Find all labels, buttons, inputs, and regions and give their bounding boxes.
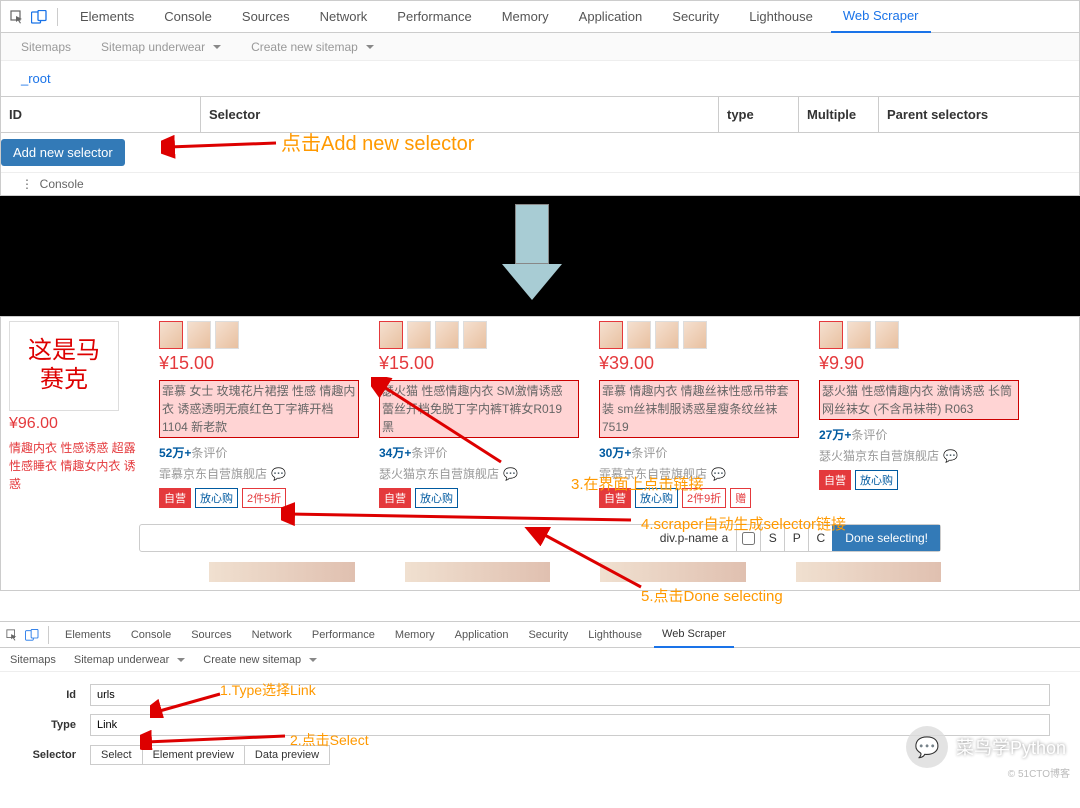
product-shop[interactable]: 瑟火猫京东自营旗舰店💬 [379, 465, 579, 482]
tab-web-scraper[interactable]: Web Scraper [831, 1, 931, 33]
annotation-step1b: 1.Type选择Link [220, 680, 316, 700]
chat-icon[interactable]: 💬 [943, 449, 958, 463]
product-card: ¥9.90 瑟火猫 性感情趣内衣 激情诱惑 长筒网丝袜女 (不含吊袜带) R06… [819, 321, 1019, 490]
tab-elements[interactable]: Elements [57, 622, 119, 648]
done-selecting-button[interactable]: Done selecting! [832, 525, 940, 551]
subnav-current-sitemap[interactable]: Sitemap underwear [101, 40, 221, 54]
product-price: ¥9.90 [819, 353, 1019, 374]
tab-network[interactable]: Network [244, 622, 300, 648]
tab-memory[interactable]: Memory [387, 622, 443, 648]
subnav-sitemaps[interactable]: Sitemaps [10, 654, 56, 666]
label-id: Id [0, 689, 90, 701]
product-price: ¥96.00 [9, 415, 139, 433]
selector-p-button[interactable]: P [784, 525, 808, 551]
annotation-step5: 5.点击Done selecting [641, 585, 783, 606]
subnav-current-sitemap[interactable]: Sitemap underwear [74, 654, 185, 666]
watermark: 💬 菜鸟学Python [906, 726, 1066, 768]
selector-s-button[interactable]: S [760, 525, 784, 551]
device-toggle-icon[interactable] [31, 9, 47, 25]
col-id: ID [1, 97, 201, 132]
down-arrow-icon [515, 204, 562, 300]
product-shop[interactable]: 霏慕京东自营旗舰店💬 [159, 465, 359, 482]
selector-table-header: ID Selector type Multiple Parent selecto… [1, 96, 1079, 133]
product-link[interactable]: 瑟火猫 性感情趣内衣 SM激情诱惑 蕾丝开档免脱丁字内裤T裤女R019 黑 [379, 380, 579, 438]
product-card: ¥15.00 瑟火猫 性感情趣内衣 SM激情诱惑 蕾丝开档免脱丁字内裤T裤女R0… [379, 321, 579, 508]
product-shop[interactable]: 霏慕京东自营旗舰店💬 [599, 465, 799, 482]
tab-network[interactable]: Network [308, 1, 380, 33]
label-selector: Selector [0, 749, 90, 761]
breadcrumb-root[interactable]: _root [1, 61, 1079, 96]
product-reviews[interactable]: 27万+条评价 [819, 426, 1019, 443]
black-separator [0, 196, 1080, 316]
tab-sources[interactable]: Sources [183, 622, 239, 648]
col-type: type [719, 97, 799, 132]
product-reviews[interactable]: 30万+条评价 [599, 444, 799, 461]
devtools-tabbar: Elements Console Sources Network Perform… [1, 1, 1079, 33]
element-preview-button[interactable]: Element preview [143, 745, 245, 765]
devtools-panel-top: Elements Console Sources Network Perform… [0, 0, 1080, 196]
inspect-icon[interactable] [9, 9, 25, 25]
tab-sources[interactable]: Sources [230, 1, 302, 33]
tab-web-scraper[interactable]: Web Scraper [654, 622, 734, 648]
tab-elements[interactable]: Elements [68, 1, 146, 33]
col-multiple: Multiple [799, 97, 879, 132]
product-price: ¥39.00 [599, 353, 799, 374]
devtools-panel-bottom: Elements Console Sources Network Perform… [0, 621, 1080, 782]
product-reviews[interactable]: 34万+条评价 [379, 444, 579, 461]
product-card: 这是马 赛克 ¥96.00 情趣内衣 性感诱惑 超露 性感睡衣 情趣女内衣 诱惑 [9, 321, 139, 493]
watermark-text: 菜鸟学Python [956, 734, 1066, 760]
tab-security[interactable]: Security [520, 622, 576, 648]
label-type: Type [0, 719, 90, 731]
tab-application[interactable]: Application [447, 622, 517, 648]
select-button[interactable]: Select [90, 745, 143, 765]
tab-performance[interactable]: Performance [304, 622, 383, 648]
scraper-subnav: Sitemaps Sitemap underwear Create new si… [1, 33, 1079, 61]
selector-c-button[interactable]: C [808, 525, 832, 551]
chat-icon[interactable]: 💬 [271, 467, 286, 481]
scraper-subnav-bottom: Sitemaps Sitemap underwear Create new si… [0, 648, 1080, 672]
subnav-create-sitemap[interactable]: Create new sitemap [203, 654, 317, 666]
product-reviews[interactable]: 52万+条评价 [159, 444, 359, 461]
devtools-tabbar-bottom: Elements Console Sources Network Perform… [0, 622, 1080, 648]
page-preview: 这是马 赛克 ¥96.00 情趣内衣 性感诱惑 超露 性感睡衣 情趣女内衣 诱惑… [0, 316, 1080, 591]
product-shop[interactable]: 瑟火猫京东自营旗舰店💬 [819, 447, 1019, 464]
tab-lighthouse[interactable]: Lighthouse [737, 1, 825, 33]
product-price: ¥15.00 [379, 353, 579, 374]
console-drawer-label[interactable]: ⋮ Console [1, 172, 1079, 195]
tab-application[interactable]: Application [567, 1, 655, 33]
product-link[interactable]: 瑟火猫 性感情趣内衣 激情诱惑 长筒网丝袜女 (不含吊袜带) R063 [819, 380, 1019, 420]
credit-text: © 51CTO博客 [1008, 765, 1070, 780]
tab-console[interactable]: Console [152, 1, 224, 33]
add-new-selector-button[interactable]: Add new selector [1, 139, 125, 166]
subnav-create-sitemap[interactable]: Create new sitemap [251, 40, 374, 54]
selector-checkbox[interactable] [736, 525, 760, 551]
tab-console[interactable]: Console [123, 622, 179, 648]
product-card: ¥39.00 霏慕 情趣内衣 情趣丝袜性感吊带套装 sm丝袜制服诱惑星瘦条纹丝袜… [599, 321, 799, 508]
inspect-icon[interactable] [4, 627, 20, 643]
annotation-step2b: 2.点击Select [290, 730, 369, 750]
col-parent: Parent selectors [879, 97, 1079, 132]
chat-icon[interactable]: 💬 [503, 467, 518, 481]
device-toggle-icon[interactable] [24, 627, 40, 643]
annotation-add: 点击Add new selector [281, 127, 474, 156]
subnav-sitemaps[interactable]: Sitemaps [21, 40, 71, 54]
tab-security[interactable]: Security [660, 1, 731, 33]
product-desc: 情趣内衣 性感诱惑 超露 性感睡衣 情趣女内衣 诱惑 [9, 439, 139, 493]
chat-icon[interactable]: 💬 [711, 467, 726, 481]
wechat-icon: 💬 [906, 726, 948, 768]
tab-performance[interactable]: Performance [385, 1, 483, 33]
product-link[interactable]: 霏慕 情趣内衣 情趣丝袜性感吊带套装 sm丝袜制服诱惑星瘦条纹丝袜7519 [599, 380, 799, 438]
product-price: ¥15.00 [159, 353, 359, 374]
tab-memory[interactable]: Memory [490, 1, 561, 33]
selector-toolbar: div.p-name a S P C Done selecting! [139, 524, 941, 552]
product-card: ¥15.00 霏慕 女士 玫瑰花片裙摆 性感 情趣内衣 诱惑透明无痕红色丁字裤开… [159, 321, 359, 508]
tab-lighthouse[interactable]: Lighthouse [580, 622, 650, 648]
selector-input[interactable]: div.p-name a [140, 525, 736, 551]
mosaic-placeholder: 这是马 赛克 [9, 321, 119, 411]
product-link[interactable]: 霏慕 女士 玫瑰花片裙摆 性感 情趣内衣 诱惑透明无痕红色丁字裤开档1104 新… [159, 380, 359, 438]
